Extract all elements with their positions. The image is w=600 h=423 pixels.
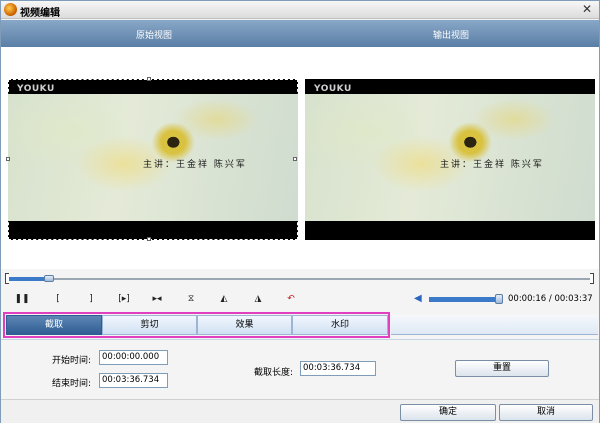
dialog-footer: 确定 取消	[1, 399, 599, 423]
volume-thumb[interactable]	[495, 294, 503, 304]
flip-vertical-icon[interactable]: ⧖	[183, 292, 199, 306]
pause-icon[interactable]: ❚❚	[14, 292, 30, 306]
output-video-frame: YOUKU 主讲：王金祥 陈兴军	[305, 79, 595, 240]
ok-button[interactable]: 确定	[400, 404, 496, 421]
play-selection-icon[interactable]: [▸]	[113, 292, 135, 306]
start-time-field[interactable]: 00:00:00.000	[99, 350, 168, 365]
preview-area: YOUKU 主讲：王金祥 陈兴军 YOUKU 主讲：王金祥 陈兴军	[1, 47, 599, 269]
output-view-label: 输出视图	[433, 31, 470, 41]
original-view-label: 原始视图	[136, 31, 173, 41]
rotate-right-icon[interactable]: ◮	[250, 292, 266, 306]
cancel-button[interactable]: 取消	[499, 404, 593, 421]
trim-start-marker[interactable]	[5, 273, 9, 284]
youku-watermark: YOUKU	[314, 84, 352, 94]
video-edit-dialog: 视频编辑 ✕ 原始视图 输出视图 YOUKU 主讲：王金祥 陈兴军 YOUKU …	[0, 0, 600, 423]
trim-panel: 开始时间: 00:00:00.000 结束时间: 00:03:36.734 截取…	[1, 339, 599, 399]
timeline-thumb[interactable]	[44, 275, 54, 282]
crop-handle-bottom[interactable]	[147, 237, 151, 241]
title-bar: 视频编辑 ✕	[1, 1, 599, 19]
youku-watermark: YOUKU	[17, 84, 55, 94]
reset-button[interactable]: 重置	[455, 360, 549, 377]
original-video-frame[interactable]: YOUKU 主讲：王金祥 陈兴军	[8, 79, 298, 240]
window-title: 视频编辑	[20, 8, 60, 19]
tab-bar-filler	[391, 315, 598, 335]
volume-level	[429, 297, 501, 302]
tabs-highlight	[3, 312, 390, 338]
mark-in-icon[interactable]: [	[50, 292, 66, 306]
trim-length-field: 00:03:36.734	[300, 361, 376, 376]
total-time: 00:03:37	[554, 294, 593, 304]
timeline[interactable]	[1, 269, 599, 288]
close-button[interactable]: ✕	[580, 2, 594, 16]
trim-length-label: 截取长度:	[254, 368, 294, 378]
end-time-field[interactable]: 00:03:36.734	[99, 373, 168, 388]
trim-end-marker[interactable]	[590, 273, 594, 284]
current-time: 00:00:16	[508, 294, 547, 304]
start-time-label: 开始时间:	[52, 356, 92, 366]
app-logo-icon	[4, 3, 17, 16]
timeline-track[interactable]	[7, 278, 593, 280]
speaker-icon[interactable]: ◀	[414, 293, 426, 305]
timeline-progress	[7, 277, 49, 281]
step-icon[interactable]: ▸◂	[149, 292, 165, 306]
mark-out-icon[interactable]: ]	[83, 292, 99, 306]
video-subtitle: 主讲：王金祥 陈兴军	[143, 160, 247, 170]
view-header: 原始视图 输出视图	[1, 20, 599, 47]
time-readout: 00:00:16 / 00:03:37	[508, 294, 593, 304]
undo-icon[interactable]: ↶	[283, 292, 299, 306]
end-time-label: 结束时间:	[52, 379, 92, 389]
video-subtitle: 主讲：王金祥 陈兴军	[440, 160, 544, 170]
crop-handle-right[interactable]	[293, 157, 297, 161]
crop-handle-top[interactable]	[147, 77, 151, 81]
playback-controls: ❚❚ [ ] [▸] ▸◂ ⧖ ◭ ◮ ↶ ◀ 00:00:16 / 00:03…	[1, 288, 599, 310]
rotate-left-icon[interactable]: ◭	[216, 292, 232, 306]
tab-bar: 截取 剪切 效果 水印	[1, 312, 599, 339]
crop-handle-left[interactable]	[6, 157, 10, 161]
